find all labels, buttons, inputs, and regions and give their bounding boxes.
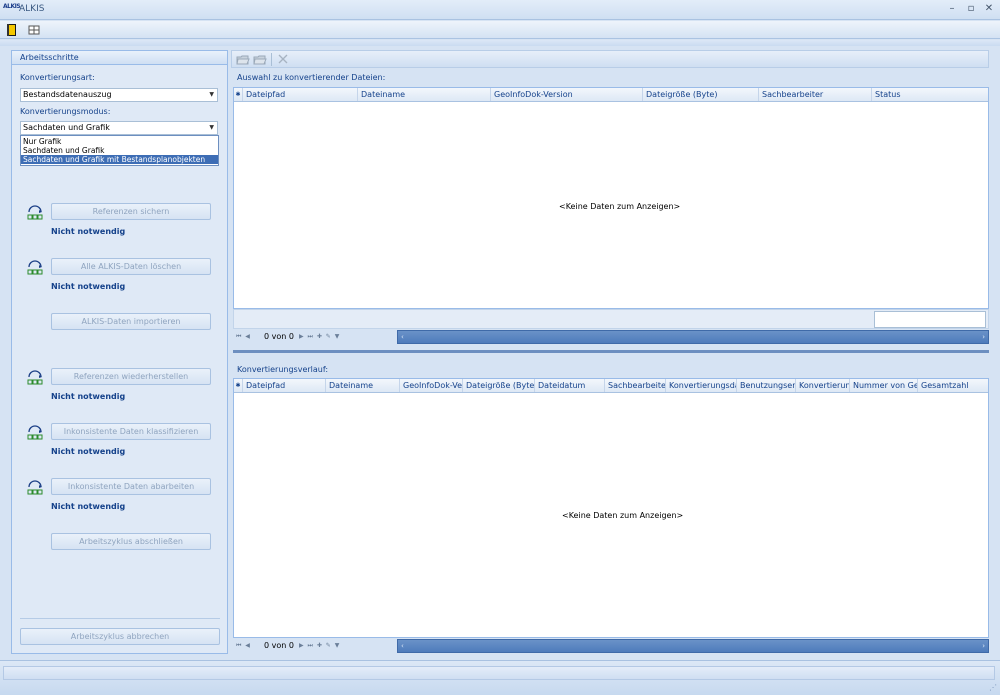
import-alkis-data-button[interactable]: ALKIS-Daten importieren [51,313,211,330]
delete-icon[interactable] [276,53,290,66]
nav-next-last-icon[interactable]: ▶ ⏭ ✚ ✎ ▼ [299,639,340,653]
process-inconsistent-button[interactable]: Inkonsistente Daten abarbeiten [51,478,211,495]
conversion-type-label: Konvertierungsart: [20,73,95,82]
step-status: Nicht notwendig [51,447,126,456]
column-header[interactable]: GeoInfoDok-Version [491,88,643,101]
history-navigator: ⏮ ◀ 0 von 0 ▶ ⏭ ✚ ✎ ▼ ‹ › [233,639,989,653]
grid-splitter[interactable] [233,350,989,353]
column-header[interactable]: Gesamtzahl [918,379,988,392]
column-header[interactable]: Benutzungserge [737,379,796,392]
column-header[interactable]: Nummer von Gesa [850,379,918,392]
step-status: Nicht notwendig [51,392,126,401]
files-grid-header: ✱ Dateipfad Dateiname GeoInfoDok-Version… [234,88,988,102]
history-section-label: Konvertierungsverlauf: [237,365,329,374]
close-button[interactable]: ✕ [981,2,997,16]
main-toolbar [0,21,1000,39]
scroll-left-icon[interactable]: ‹ [401,331,404,343]
chevron-down-icon: ▼ [209,91,214,98]
column-header[interactable]: Dateipfad [243,379,326,392]
toolbar-separator [0,40,1000,46]
column-header[interactable]: Dateiname [358,88,491,101]
step-status: Nicht notwendig [51,227,126,236]
book-icon[interactable] [5,23,19,37]
conversion-mode-value: Sachdaten und Grafik [23,123,110,132]
status-bar: ⋰ [0,660,1000,695]
scroll-left-icon[interactable]: ‹ [401,640,404,652]
abort-cycle-button[interactable]: Arbeitszyklus abbrechen [20,628,220,645]
column-header[interactable]: Sachbearbeiter [759,88,872,101]
chevron-down-icon: ▼ [209,124,214,131]
maximize-button[interactable]: ▫ [963,2,979,16]
step-cycle-icon [27,425,43,440]
resize-grip-icon[interactable]: ⋰ [989,683,997,692]
column-header[interactable]: Konvertierung [796,379,850,392]
files-toolbar [231,50,989,68]
column-header[interactable]: Dateigröße (Byte) [463,379,535,392]
save-folder-icon[interactable] [253,53,267,66]
column-header[interactable]: Sachbearbeiter [605,379,666,392]
history-grid-header: ✱ Dateipfad Dateiname GeoInfoDok-Vers Da… [234,379,988,393]
alkis-logo-icon: ALKIS [3,3,21,16]
record-count: 0 von 0 [264,641,294,650]
classify-inconsistent-button[interactable]: Inkonsistente Daten klassifizieren [51,423,211,440]
open-folder-icon[interactable] [236,53,250,66]
filter-input[interactable] [874,311,986,328]
restore-references-button[interactable]: Referenzen wiederherstellen [51,368,211,385]
step-cycle-icon [27,370,43,385]
finish-cycle-button[interactable]: Arbeitszyklus abschließen [51,533,211,550]
logo-text: ALKIS [3,3,21,10]
record-count: 0 von 0 [264,332,294,341]
minimize-button[interactable]: – [944,2,960,16]
files-grid: ✱ Dateipfad Dateiname GeoInfoDok-Version… [233,87,989,309]
horizontal-scrollbar[interactable]: ‹ › [397,330,989,344]
empty-grid-text: <Keine Daten zum Anzeigen> [559,202,681,211]
divider [20,618,220,619]
horizontal-scrollbar[interactable]: ‹ › [397,639,989,653]
scroll-right-icon[interactable]: › [982,640,985,652]
column-header[interactable]: Dateiname [326,379,400,392]
save-references-button[interactable]: Referenzen sichern [51,203,211,220]
column-header[interactable]: Dateidatum [535,379,605,392]
step-status: Nicht notwendig [51,502,126,511]
column-header[interactable]: GeoInfoDok-Vers [400,379,463,392]
status-panel [3,666,995,680]
dropdown-option[interactable]: Nur Grafik [21,137,218,146]
row-indicator-icon: ✱ [234,88,243,101]
steps-panel: Arbeitsschritte Konvertierungsart: Besta… [11,50,228,654]
history-grid: ✱ Dateipfad Dateiname GeoInfoDok-Vers Da… [233,378,989,638]
nav-next-last-icon[interactable]: ▶ ⏭ ✚ ✎ ▼ [299,330,340,344]
grid-icon[interactable] [27,23,41,37]
dropdown-option-selected[interactable]: Sachdaten und Grafik mit Bestandsplanobj… [21,155,218,164]
scroll-right-icon[interactable]: › [982,331,985,343]
title-bar: ALKIS ALKIS – ▫ ✕ [0,0,1000,20]
conversion-type-select[interactable]: Bestandsdatenauszug ▼ [20,88,218,102]
step-cycle-icon [27,260,43,275]
conversion-mode-select[interactable]: Sachdaten und Grafik ▼ [20,121,218,135]
toolbar-separator [271,53,272,66]
conversion-mode-label: Konvertierungsmodus: [20,107,111,116]
conversion-mode-dropdown: Nur Grafik Sachdaten und Grafik Sachdate… [20,135,219,166]
dropdown-option[interactable]: Sachdaten und Grafik [21,146,218,155]
files-filter-row [233,309,989,329]
window-title: ALKIS [19,4,45,14]
files-section-label: Auswahl zu konvertierender Dateien: [237,73,386,82]
column-header[interactable]: Dateipfad [243,88,358,101]
conversion-type-value: Bestandsdatenauszug [23,90,112,99]
step-cycle-icon [27,205,43,220]
step-status: Nicht notwendig [51,282,126,291]
step-cycle-icon [27,480,43,495]
row-indicator-icon: ✱ [234,379,243,392]
nav-first-prev-icon[interactable]: ⏮ ◀ [236,639,251,653]
nav-first-prev-icon[interactable]: ⏮ ◀ [236,330,251,344]
delete-alkis-data-button[interactable]: Alle ALKIS-Daten löschen [51,258,211,275]
column-header[interactable]: Status [872,88,988,101]
files-navigator: ⏮ ◀ 0 von 0 ▶ ⏭ ✚ ✎ ▼ ‹ › [233,330,989,344]
empty-grid-text: <Keine Daten zum Anzeigen> [562,511,684,520]
column-header[interactable]: Dateigröße (Byte) [643,88,759,101]
steps-panel-title: Arbeitsschritte [12,51,227,65]
column-header[interactable]: Konvertierungsdat [666,379,737,392]
